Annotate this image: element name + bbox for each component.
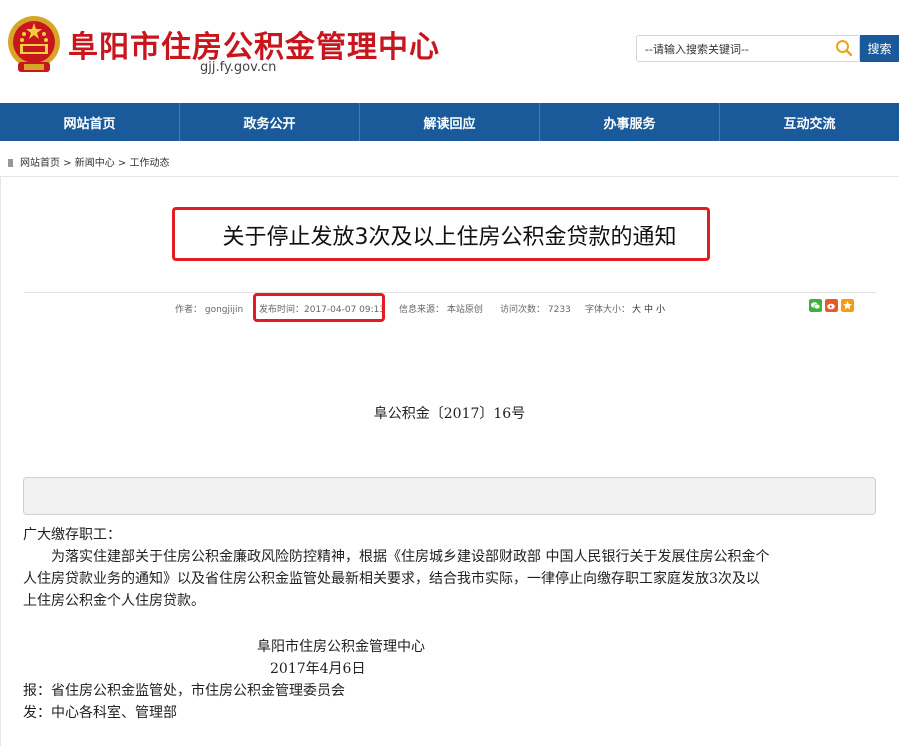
main-nav: 网站首页 政务公开 解读回应 办事服务 互动交流 (0, 103, 899, 141)
weibo-share-icon[interactable] (825, 299, 838, 312)
national-emblem-icon (8, 16, 60, 72)
signature-org: 阜阳市住房公积金管理中心 (257, 639, 425, 655)
report-to: 报：省住房公积金监管处，市住房公积金管理委员会 (23, 683, 345, 699)
search-input[interactable] (643, 39, 827, 59)
breadcrumb-home[interactable]: 网站首页 (20, 158, 60, 169)
font-size-medium[interactable]: 中 (644, 302, 653, 315)
paragraph-line: 人住房贷款业务的通知》以及省住房公积金监管处最新相关要求，结合我市实际，一律停止… (23, 571, 760, 587)
signature-date: 2017年4月6日 (270, 661, 366, 677)
paragraph-line: 为落实住建部关于住房公积金廉政风险防控精神，根据《住房城乡建设部财政部 中国人民… (51, 549, 770, 565)
document-number: 阜公积金〔2017〕16号 (373, 406, 526, 422)
date-highlight-box (253, 293, 385, 322)
breadcrumb-current[interactable]: 工作动态 (130, 158, 170, 169)
paragraph-line: 上住房公积金个人住房贷款。 (23, 593, 205, 609)
font-size-large[interactable]: 大 (632, 302, 641, 315)
nav-item-interaction[interactable]: 互动交流 (720, 103, 899, 141)
breadcrumb-home-icon (8, 159, 13, 167)
meta-source: 信息来源： 本站原创 (399, 305, 483, 315)
meta-views: 访问次数： 7233 (500, 305, 571, 315)
meta-author: 作者： gongjijin (175, 305, 244, 315)
nav-item-services[interactable]: 办事服务 (540, 103, 720, 141)
nav-item-government-affairs[interactable]: 政务公开 (180, 103, 360, 141)
greeting: 广大缴存职工： (23, 527, 121, 543)
site-domain: gjj.fy.gov.cn (200, 60, 277, 75)
title-divider (24, 292, 876, 293)
meta-font-size-label: 字体大小： (585, 305, 631, 315)
site-header: 阜阳市住房公积金管理中心 gjj.fy.gov.cn 搜索 (0, 0, 899, 103)
nav-item-interpretation[interactable]: 解读回应 (360, 103, 540, 141)
article-panel (0, 176, 899, 746)
font-size-small[interactable]: 小 (656, 302, 665, 315)
breadcrumb: 网站首页 > 新闻中心 > 工作动态 (8, 154, 170, 169)
search-button[interactable]: 搜索 (860, 35, 899, 62)
breadcrumb-separator: > (60, 158, 75, 169)
title-highlight-box (172, 207, 710, 261)
nav-item-home[interactable]: 网站首页 (0, 103, 180, 141)
favorite-share-icon[interactable] (841, 299, 854, 312)
breadcrumb-section[interactable]: 新闻中心 (75, 158, 115, 169)
breadcrumb-separator: > (114, 158, 130, 169)
search-icon[interactable] (835, 39, 853, 57)
send-to: 发：中心各科室、管理部 (23, 705, 177, 721)
wechat-share-icon[interactable] (809, 299, 822, 312)
attachment-bar (23, 477, 876, 515)
search-box (636, 35, 860, 62)
